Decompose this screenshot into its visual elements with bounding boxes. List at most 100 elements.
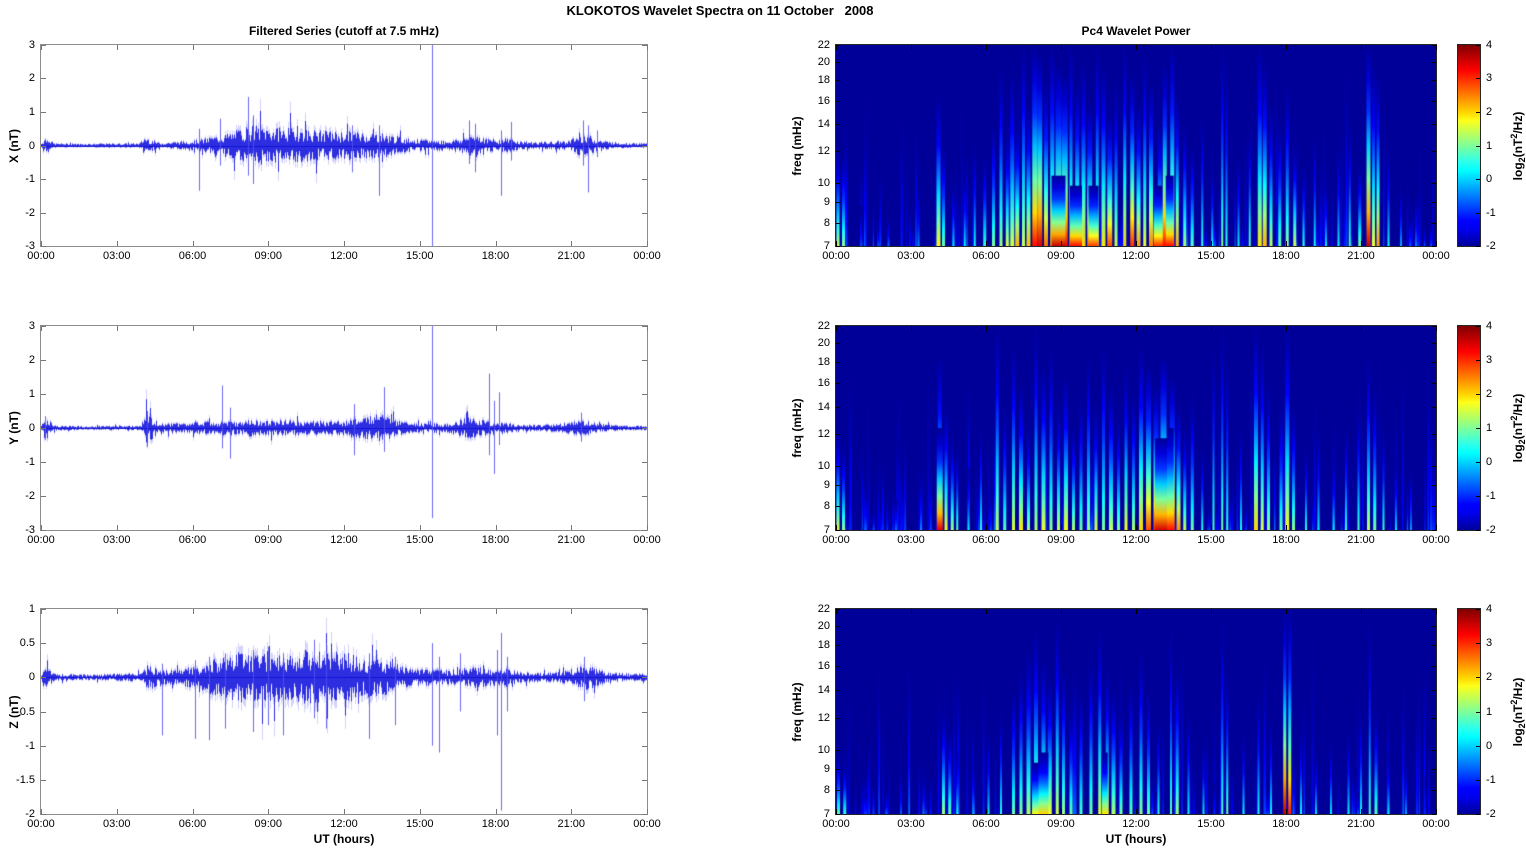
tick-mark: [41, 111, 46, 113]
colorbar-tick-label: -1: [1486, 206, 1496, 219]
tick-mark: [1476, 677, 1480, 679]
tick-mark: [495, 241, 497, 246]
x-tick-label: 18:00: [1272, 818, 1300, 830]
x-tick-label: 18:00: [481, 818, 510, 830]
tick-mark: [1476, 496, 1480, 497]
tick-mark: [647, 241, 648, 246]
tick-mark: [1432, 382, 1436, 384]
tick-mark: [1432, 814, 1436, 815]
y-axis-label-x: X (nT): [7, 128, 21, 163]
tick-mark: [642, 326, 647, 327]
tick-mark: [642, 145, 647, 147]
tick-mark: [344, 809, 345, 814]
freq-tick-label: 16: [817, 94, 830, 107]
tick-mark: [836, 609, 840, 610]
x-tick-label: 21:00: [557, 818, 586, 830]
tick-mark: [836, 151, 840, 153]
tick-mark: [642, 178, 647, 180]
colorbar-label-part: 2: [1508, 415, 1519, 421]
tick-mark: [1476, 393, 1480, 395]
colorbar-tick-label: 4: [1486, 320, 1493, 332]
spectrogram-canvas: [836, 326, 1436, 530]
x-tick-label: 00:00: [1422, 818, 1450, 830]
tick-mark: [1432, 485, 1436, 487]
freq-tick-label: 22: [817, 320, 830, 332]
tick-mark: [642, 359, 647, 361]
x-tick-label: 06:00: [178, 818, 207, 830]
tick-mark: [836, 100, 840, 102]
colorbar-tick-label: 2: [1486, 387, 1493, 400]
tick-mark: [1432, 183, 1436, 185]
tick-mark: [1476, 212, 1480, 214]
tick-mark: [1361, 241, 1362, 246]
timeseries-canvas: [41, 326, 647, 530]
tick-mark: [1436, 609, 1437, 614]
tick-mark: [1432, 689, 1436, 691]
colorbar-label: log2(nT2/Hz): [1509, 677, 1526, 746]
colorbar-tick-label: 3: [1486, 72, 1493, 85]
x-tick-label: 09:00: [1047, 818, 1075, 830]
tick-mark: [642, 814, 647, 815]
tick-mark: [1361, 525, 1362, 530]
freq-tick-label: 7: [823, 524, 830, 536]
colorbar-label-part: /Hz): [1510, 677, 1525, 700]
tick-mark: [41, 609, 46, 610]
tick-mark: [642, 530, 647, 531]
x-tick-label: 12:00: [1122, 818, 1150, 830]
colorbar-label-part: 2: [1517, 157, 1526, 162]
x-tick-label: 15:00: [405, 250, 434, 262]
freq-tick-label: 9: [823, 195, 830, 208]
tick-mark: [571, 525, 573, 530]
colorbar-label-part: /Hz): [1510, 111, 1525, 134]
freq-tick-label: 9: [823, 763, 830, 775]
tick-mark: [836, 183, 840, 185]
timeseries-canvas: [41, 45, 647, 246]
panel-filtered-y: Y (nT) 00:00 03:00 06:00 09:00 12:00 15:00 18:…: [7, 320, 661, 546]
tick-mark: [1432, 790, 1436, 792]
x-tick-label: 21:00: [557, 250, 586, 262]
panel-filtered-z: Z (nT) UT (hours) 00:00 03:00 06:00 09:00 12…: [7, 603, 661, 846]
tick-mark: [1286, 326, 1287, 331]
tick-mark: [1061, 609, 1062, 614]
x-tick-label: 03:00: [102, 534, 131, 546]
tick-mark: [41, 246, 46, 247]
tick-mark: [1432, 506, 1436, 508]
tick-mark: [419, 45, 421, 50]
tick-mark: [1432, 45, 1436, 46]
x-tick-label: 15:00: [1197, 534, 1225, 546]
tick-mark: [1432, 80, 1436, 82]
freq-axis-label: freq (mHz): [790, 681, 804, 742]
tick-mark: [911, 525, 912, 530]
tick-mark: [268, 241, 270, 246]
panel-filtered-x: Filtered Series (cutoff at 7.5 mHz) X (n…: [7, 24, 661, 262]
y-tick-label: 0: [28, 422, 35, 434]
tick-mark: [1436, 525, 1437, 530]
tick-mark: [836, 80, 840, 82]
tick-mark: [41, 496, 46, 497]
tick-mark: [1432, 406, 1436, 408]
tick-mark: [419, 809, 421, 814]
tick-mark: [419, 241, 421, 246]
tick-mark: [642, 496, 647, 497]
tick-mark: [1211, 45, 1212, 50]
y-tick-label: -2: [25, 206, 35, 219]
tick-mark: [836, 222, 840, 224]
tick-mark: [268, 525, 270, 530]
tick-mark: [1476, 78, 1480, 80]
colorbar-tick-label: -1: [1486, 773, 1496, 786]
tick-mark: [419, 525, 421, 530]
tick-mark: [41, 78, 46, 80]
tick-mark: [41, 145, 46, 147]
y-tick-label: -3: [25, 240, 35, 252]
tick-mark: [836, 246, 840, 247]
tick-mark: [986, 241, 987, 246]
tick-mark: [642, 393, 647, 395]
tick-mark: [1286, 241, 1287, 246]
tick-mark: [836, 326, 840, 327]
freq-tick-label: 22: [817, 603, 830, 615]
tick-mark: [1436, 45, 1437, 50]
colorbar-tick-label: 2: [1486, 671, 1493, 684]
tick-mark: [1432, 124, 1436, 126]
x-tick-label: 09:00: [1047, 534, 1075, 546]
tick-mark: [642, 428, 647, 429]
